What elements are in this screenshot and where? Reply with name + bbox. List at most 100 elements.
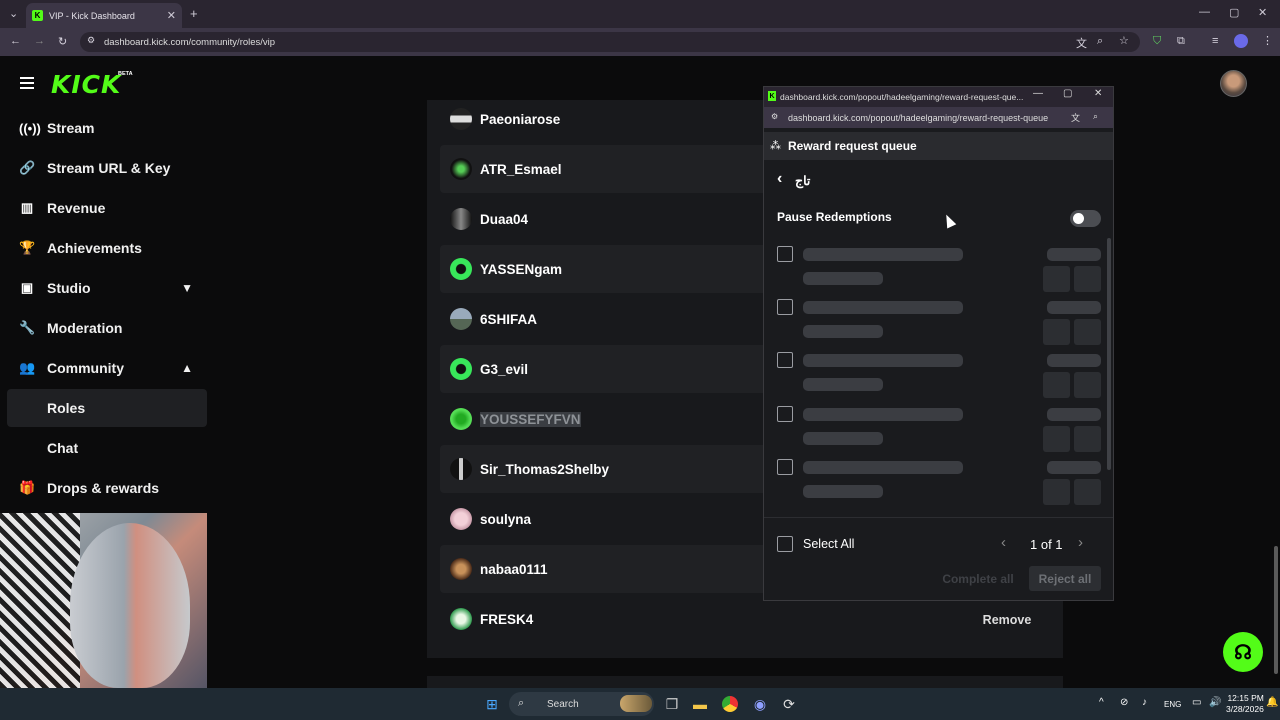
sidebar-item-roles[interactable]: Roles [7,389,207,427]
kick-logo[interactable]: KICK [51,70,121,99]
loading-placeholder [803,485,883,498]
display-icon[interactable]: ▭ [1192,697,1201,708]
user-avatar[interactable] [1220,70,1247,97]
popup-minimize-icon[interactable]: — [1033,88,1043,99]
beta-badge: BETA [118,71,133,77]
loading-placeholder [803,248,963,261]
popup-maximize-icon[interactable]: ▢ [1063,88,1072,99]
sidebar-item-achievements[interactable]: 🏆 Achievements [7,229,207,267]
page-scrollbar[interactable] [1274,546,1278,674]
sidebar-item-label: Stream [47,120,95,136]
window-close-icon[interactable]: ✕ [1258,6,1267,19]
studio-icon: ▣ [20,280,34,295]
popup-close-icon[interactable]: ✕ [1094,88,1102,99]
reading-list-icon[interactable]: ≡ [1212,35,1218,47]
site-info-icon[interactable]: ⚙ [87,35,95,46]
reload-icon[interactable]: ↻ [58,35,67,48]
username[interactable]: FRESK4 [480,612,533,627]
microphone-icon[interactable]: ♪ [1142,697,1147,708]
username[interactable]: G3_evil [480,362,528,377]
menu-icon[interactable] [20,77,34,92]
prev-page-icon[interactable]: ‹ [1001,534,1006,551]
task-view-icon[interactable]: ❐ [662,694,682,714]
new-tab-icon[interactable]: + [190,6,198,21]
sidebar-item-studio[interactable]: ▣ Studio ▼ [7,269,207,307]
sidebar-item-stream-url-key[interactable]: 🔗 Stream URL & Key [7,149,207,187]
notifications-icon[interactable]: 🔔 [1266,697,1278,708]
loading-placeholder [803,325,883,338]
chart-icon: ▥ [20,200,34,215]
username[interactable]: soulyna [480,512,531,527]
zoom-icon[interactable]: ⌕ [1093,111,1098,122]
chrome-icon[interactable] [720,694,740,714]
sidebar-item-moderation[interactable]: 🔧 Moderation [7,309,207,347]
windows-start-icon[interactable]: ⊞ [482,694,502,714]
translate-icon[interactable]: 文 [1071,111,1080,124]
username[interactable]: YOUSSEFYFVN [480,411,581,427]
popup-url-text: dashboard.kick.com/popout/hadeelgaming/r… [788,112,1049,123]
next-page-icon[interactable]: › [1078,534,1083,551]
volume-icon[interactable]: 🔊 [1209,697,1221,708]
language-indicator[interactable]: ENG [1164,700,1181,709]
trophy-icon: 🏆 [19,240,36,255]
url-bar[interactable]: dashboard.kick.com/community/roles/vip [80,32,1140,52]
sidebar-item-chat[interactable]: Chat [7,429,207,467]
reward-queue-icon: ⁂ [770,140,781,152]
row-checkbox[interactable] [777,246,793,262]
file-explorer-icon[interactable]: ▬ [690,694,710,714]
select-all-checkbox[interactable] [777,536,793,552]
broadcast-icon: ((•)) [19,120,41,136]
browser-menu-icon[interactable]: ⋮ [1262,34,1273,47]
sidebar-item-stream[interactable]: ((•)) Stream [7,109,207,147]
app-icon[interactable]: ⟳ [779,694,799,714]
username[interactable]: YASSENgam [480,262,562,277]
popup-header: Reward request queue [764,132,1113,160]
translate-icon[interactable]: 文 [1076,35,1087,51]
zoom-icon[interactable]: ⌕ [1097,35,1103,48]
tab-search-icon[interactable]: ⌄ [9,7,18,20]
tab-close-icon[interactable]: ✕ [167,9,176,22]
system-clock[interactable]: 12:15 PM 3/28/2026 [1226,693,1264,715]
tray-overflow-icon[interactable]: ^ [1099,697,1104,708]
site-info-icon[interactable]: ⚙ [771,112,778,121]
profile-icon[interactable] [1234,34,1248,48]
forward-icon[interactable]: → [34,35,45,47]
browser-tab[interactable]: K VIP - Kick Dashboard ✕ [26,3,182,28]
network-off-icon[interactable]: ⊘ [1120,697,1128,708]
username[interactable]: Sir_Thomas2Shelby [480,462,609,477]
url-text: dashboard.kick.com/community/roles/vip [104,36,276,48]
extensions-icon[interactable]: ⧉ [1177,35,1185,48]
bookmark-star-icon[interactable]: ☆ [1119,34,1129,47]
pause-redemptions-toggle[interactable] [1070,210,1101,227]
sidebar-item-revenue[interactable]: ▥ Revenue [7,189,207,227]
row-checkbox[interactable] [777,459,793,475]
discord-icon[interactable]: ◉ [750,694,770,714]
avatar [450,208,472,230]
remove-button[interactable]: Remove [970,606,1044,634]
list-item[interactable]: FRESK4 [440,595,1052,643]
shield-extension-icon[interactable]: ⛉ [1153,35,1161,48]
minimize-icon[interactable]: — [1199,6,1210,18]
back-icon[interactable]: ← [10,35,21,47]
loading-placeholder [1047,408,1101,421]
support-headset-icon[interactable]: ☊ [1223,632,1263,672]
username[interactable]: nabaa0111 [480,562,548,577]
popup-scrollbar[interactable] [1107,238,1111,470]
username[interactable]: 6SHIFAA [480,312,537,327]
maximize-icon[interactable]: ▢ [1229,6,1239,19]
link-icon: 🔗 [19,160,36,175]
row-checkbox[interactable] [777,406,793,422]
popup-url-bar[interactable]: dashboard.kick.com/popout/hadeelgaming/r… [764,107,1113,128]
sidebar-item-community[interactable]: 👥 Community ▲ [7,349,207,387]
row-checkbox[interactable] [777,352,793,368]
username[interactable]: ATR_Esmael [480,162,562,177]
complete-all-button[interactable]: Complete all [938,566,1018,591]
username[interactable]: Paeoniarose [480,112,560,127]
row-checkbox[interactable] [777,299,793,315]
back-chevron-icon[interactable]: ‹ [777,170,782,188]
divider [764,517,1113,518]
reject-all-button[interactable]: Reject all [1029,566,1101,591]
loading-placeholder [1047,301,1101,314]
username[interactable]: Duaa04 [480,212,528,227]
sidebar-item-drops-rewards[interactable]: 🎁 Drops & rewards [7,469,207,507]
